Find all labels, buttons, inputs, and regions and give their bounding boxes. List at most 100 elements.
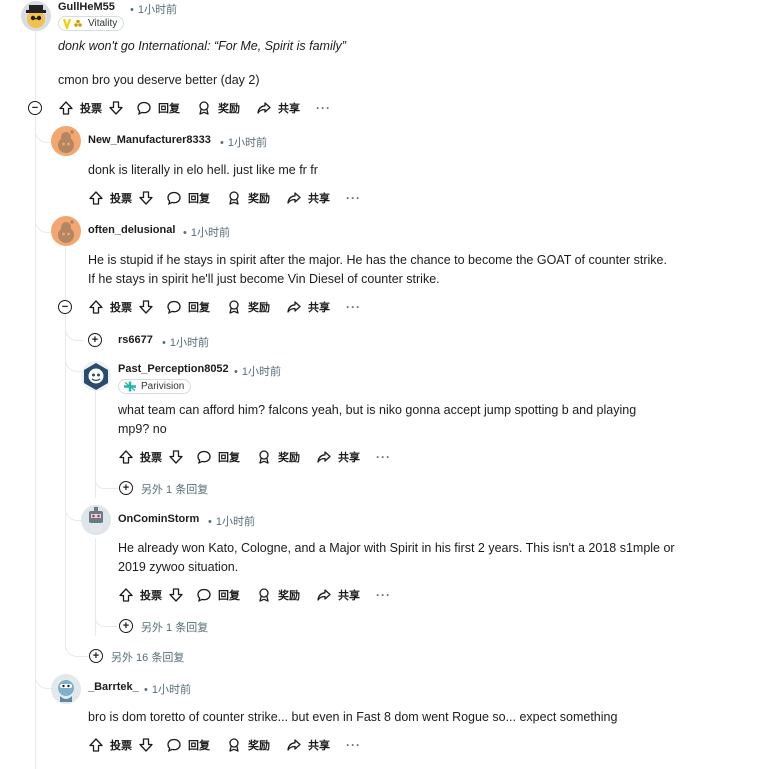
award-button[interactable]: 奖励 <box>226 188 276 208</box>
more-options-button[interactable]: ··· <box>316 101 331 115</box>
share-button[interactable]: 共享 <box>286 297 336 317</box>
comment-author[interactable]: OnCominStorm <box>118 513 199 525</box>
comment-body: He already won Kato, Cologne, and a Majo… <box>118 539 758 577</box>
comment-line: bro is dom toretto of counter strike... … <box>88 710 618 724</box>
more-replies-link[interactable]: 另外 16 条回复 <box>111 649 184 665</box>
downvote-button[interactable] <box>138 297 154 317</box>
upvote-button[interactable]: 投票 <box>88 735 138 755</box>
reply-bubble-icon <box>167 191 181 205</box>
share-button[interactable]: 共享 <box>316 447 366 467</box>
downvote-arrow-icon <box>139 191 153 205</box>
reply-label: 回复 <box>158 103 180 115</box>
upvote-label: 投票 <box>110 193 132 205</box>
share-button[interactable]: 共享 <box>286 735 336 755</box>
avatar[interactable] <box>21 1 51 31</box>
comment-author[interactable]: New_Manufacturer8333 <box>88 134 211 146</box>
award-icon <box>259 450 269 464</box>
share-label: 共享 <box>338 590 360 602</box>
downvote-arrow-icon <box>169 450 183 464</box>
avatar-icon <box>26 5 46 28</box>
thread-elbow <box>65 320 84 341</box>
snoo-avatar-icon <box>58 680 74 702</box>
comment-time: • 1小时前 <box>220 137 267 149</box>
upvote-arrow-icon <box>119 588 133 602</box>
timestamp: 1小时前 <box>215 516 255 528</box>
avatar[interactable] <box>51 674 81 704</box>
reply-bubble-icon <box>197 588 211 602</box>
upvote-button[interactable]: 投票 <box>118 585 168 605</box>
award-button[interactable]: 奖励 <box>196 98 246 118</box>
downvote-button[interactable] <box>168 585 184 605</box>
reply-button[interactable]: 回复 <box>166 188 216 208</box>
upvote-arrow-icon <box>89 738 103 752</box>
share-button[interactable]: 共享 <box>286 188 336 208</box>
share-button[interactable]: 共享 <box>256 98 306 118</box>
comment-body: bro is dom toretto of counter strike... … <box>88 708 768 727</box>
timestamp: 1小时前 <box>137 4 177 16</box>
award-button[interactable]: 奖励 <box>226 735 276 755</box>
downvote-button[interactable] <box>168 447 184 467</box>
more-options-button[interactable]: ··· <box>346 300 361 314</box>
avatar[interactable] <box>81 505 111 535</box>
more-options-button[interactable]: ··· <box>346 738 361 752</box>
more-options-button[interactable]: ··· <box>376 588 391 602</box>
more-replies-link[interactable]: 另外 1 条回复 <box>141 481 208 497</box>
upvote-button[interactable]: 投票 <box>88 297 138 317</box>
upvote-label: 投票 <box>80 103 102 115</box>
comment-author[interactable]: rs6677 <box>118 334 153 346</box>
reply-button[interactable]: 回复 <box>196 447 246 467</box>
downvote-button[interactable] <box>138 188 154 208</box>
avatar[interactable] <box>51 126 81 156</box>
award-label: 奖励 <box>278 452 300 464</box>
upvote-button[interactable]: 投票 <box>118 447 168 467</box>
downvote-button[interactable] <box>138 735 154 755</box>
downvote-button[interactable] <box>108 98 124 118</box>
avatar[interactable] <box>81 361 111 391</box>
comment-author[interactable]: often_delusional <box>88 224 175 236</box>
upvote-arrow-icon <box>89 300 103 314</box>
comment-line: cmon bro you deserve better (day 2) <box>58 73 260 87</box>
more-replies-link[interactable]: 另外 1 条回复 <box>141 619 208 635</box>
comment-line: donk won't go International: “For Me, Sp… <box>58 39 346 53</box>
comment-author[interactable]: GullHeM55 <box>58 1 115 13</box>
expand-replies-icon[interactable]: + <box>89 649 103 663</box>
downvote-arrow-icon <box>169 588 183 602</box>
reply-button[interactable]: 回复 <box>136 98 186 118</box>
reply-button[interactable]: 回复 <box>166 297 216 317</box>
upvote-button[interactable]: 投票 <box>58 98 108 118</box>
share-label: 共享 <box>278 103 300 115</box>
upvote-button[interactable]: 投票 <box>88 188 138 208</box>
action-bar: 投票 回复 奖励 共享 ··· <box>88 297 361 317</box>
collapse-toggle[interactable]: − <box>58 300 72 314</box>
award-button[interactable]: 奖励 <box>226 297 276 317</box>
share-button[interactable]: 共享 <box>316 585 366 605</box>
comment-time: • 1小时前 <box>234 366 281 378</box>
timestamp: 1小时前 <box>151 684 191 696</box>
parivision-flair-icon <box>124 381 136 392</box>
collapse-toggle[interactable]: − <box>28 101 42 115</box>
more-options-button[interactable]: ··· <box>376 450 391 464</box>
reply-label: 回复 <box>188 302 210 314</box>
expand-replies-icon[interactable]: + <box>119 481 133 495</box>
award-icon <box>229 300 239 314</box>
action-bar: 投票 回复 奖励 共享 ··· <box>88 735 361 755</box>
comment-author[interactable]: Past_Perception8052 <box>118 363 229 375</box>
share-label: 共享 <box>338 452 360 464</box>
expand-toggle[interactable]: + <box>88 333 102 347</box>
award-button[interactable]: 奖励 <box>256 447 306 467</box>
action-bar: 投票 回复 奖励 共享 ··· <box>88 188 361 208</box>
user-flair: Vitality <box>58 16 125 31</box>
comment-author[interactable]: _Barrtek_ <box>88 681 139 693</box>
reply-label: 回复 <box>218 452 240 464</box>
more-options-button[interactable]: ··· <box>346 191 361 205</box>
comment-body: donk is literally in elo hell. just like… <box>88 161 748 180</box>
avatar[interactable] <box>51 216 81 246</box>
award-button[interactable]: 奖励 <box>256 585 306 605</box>
reply-bubble-icon <box>167 738 181 752</box>
reply-bubble-icon <box>167 300 181 314</box>
reply-button[interactable]: 回复 <box>196 585 246 605</box>
award-label: 奖励 <box>248 193 270 205</box>
reply-button[interactable]: 回复 <box>166 735 216 755</box>
expand-replies-icon[interactable]: + <box>119 619 133 633</box>
thread-elbow <box>95 618 118 627</box>
